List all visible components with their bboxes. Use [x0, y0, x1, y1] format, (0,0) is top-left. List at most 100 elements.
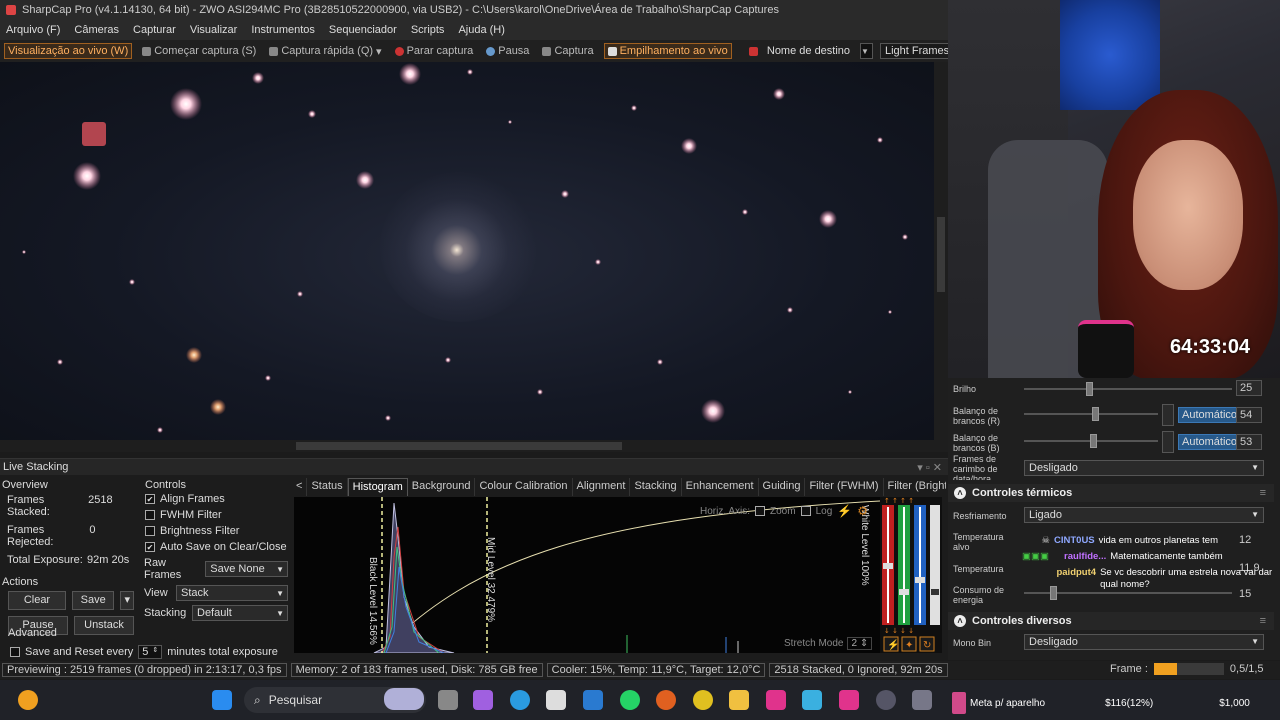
start-capture-button[interactable]: Começar captura (S): [139, 44, 259, 58]
stacking-select[interactable]: Default ▼: [192, 605, 288, 621]
thermal-controls-header[interactable]: ˄ Controles térmicos ≡: [948, 484, 1274, 502]
brilho-slider[interactable]: [1024, 382, 1232, 396]
slider-knob[interactable]: [1086, 382, 1093, 396]
checkbox-unchecked[interactable]: [145, 510, 155, 520]
tab-guiding[interactable]: Guiding: [759, 478, 806, 496]
wb-r-value[interactable]: 54: [1236, 407, 1262, 423]
scrollbar-thumb[interactable]: [937, 217, 945, 292]
chevron-down-icon[interactable]: ▾: [376, 45, 382, 58]
tab-enhancement[interactable]: Enhancement: [682, 478, 759, 496]
raw-frames-select[interactable]: Save None ▼: [205, 561, 288, 577]
fwhm-filter-checkbox[interactable]: FWHM Filter: [142, 507, 290, 523]
tab-background[interactable]: Background: [408, 478, 476, 496]
gear-icon[interactable]: ⚙: [857, 504, 868, 518]
rgb-level-sliders[interactable]: ↑ ↑ ↑ ↑ ↓ ↓ ↓ ↓ ⚡ ✦ ↻: [880, 497, 942, 653]
checkbox-checked[interactable]: ✔: [145, 494, 155, 504]
checkbox-unchecked[interactable]: [145, 526, 155, 536]
tab-stacking[interactable]: Stacking: [630, 478, 682, 496]
cooling-select[interactable]: Ligado ▼: [1024, 507, 1264, 523]
wb-b-spinner[interactable]: [1162, 431, 1174, 453]
tab-colour-calibration[interactable]: Colour Calibration: [475, 478, 573, 496]
wb-b-value[interactable]: 53: [1236, 434, 1262, 450]
brightness-filter-checkbox[interactable]: Brightness Filter: [142, 523, 290, 539]
app-icon[interactable]: [583, 690, 603, 710]
frame-type-select[interactable]: Light Frames▼: [879, 43, 948, 59]
slider-knob[interactable]: [1090, 434, 1097, 448]
menu-visualizar[interactable]: Visualizar: [190, 24, 238, 36]
windows-start-icon[interactable]: [212, 690, 232, 710]
save-button[interactable]: Save: [71, 591, 115, 610]
menu-ajuda[interactable]: Ajuda (H): [458, 24, 504, 36]
align-frames-checkbox[interactable]: ✔ Align Frames: [142, 491, 290, 507]
chevron-up-icon[interactable]: ˄: [954, 615, 966, 627]
live-preview-image[interactable]: [0, 62, 948, 452]
save-dropdown-button[interactable]: ▾: [120, 591, 134, 610]
auto-save-checkbox[interactable]: ✔ Auto Save on Clear/Close: [142, 539, 290, 555]
live-stack-button[interactable]: Empilhamento ao vivo: [603, 43, 732, 59]
menu-icon[interactable]: ≡: [1260, 487, 1266, 499]
lightning-icon[interactable]: ⚡: [837, 504, 852, 518]
horizontal-scrollbar[interactable]: [0, 440, 948, 452]
wb-b-auto-button[interactable]: Automático: [1178, 434, 1242, 450]
checkbox-checked[interactable]: ✔: [145, 542, 155, 552]
sharpcap-icon[interactable]: [912, 690, 932, 710]
quick-capture-button[interactable]: Captura rápida (Q) ▾: [266, 44, 384, 59]
chrome-icon[interactable]: [693, 690, 713, 710]
tab-filter-fwhm[interactable]: Filter (FWHM): [805, 478, 884, 496]
panel-window-controls[interactable]: ▾ ▫ ✕: [917, 461, 942, 474]
chevron-up-icon[interactable]: ˄: [954, 487, 966, 499]
wb-b-slider[interactable]: [1024, 434, 1158, 448]
pause-button[interactable]: Pausa: [483, 44, 532, 58]
clear-button[interactable]: Clear: [8, 591, 66, 610]
stellarium-icon[interactable]: [876, 690, 896, 710]
tab-scroll-left[interactable]: <: [292, 478, 308, 496]
timestamp-select[interactable]: Desligado ▼: [1024, 460, 1264, 476]
vertical-scrollbar[interactable]: [934, 62, 948, 440]
save-reset-checkbox[interactable]: [10, 647, 20, 657]
capture-button[interactable]: Captura: [539, 44, 596, 58]
edge-icon[interactable]: [510, 690, 530, 710]
widget-cloud-icon[interactable]: [384, 688, 424, 710]
zoom-checkbox[interactable]: [755, 506, 766, 516]
obs-plugin-icon[interactable]: [766, 690, 786, 710]
mono-bin-select[interactable]: Desligado ▼: [1024, 634, 1264, 650]
copilot-icon[interactable]: [473, 690, 493, 710]
brilho-value[interactable]: 25: [1236, 380, 1262, 396]
menu-scripts[interactable]: Scripts: [411, 24, 445, 36]
weather-icon[interactable]: [18, 690, 38, 710]
slider-knob[interactable]: [1092, 407, 1099, 421]
wb-r-slider[interactable]: [1024, 407, 1158, 421]
wb-r-spinner[interactable]: [1162, 404, 1174, 426]
tab-histogram[interactable]: Histogram: [347, 478, 408, 496]
menu-instrumentos[interactable]: Instrumentos: [251, 24, 315, 36]
menu-icon[interactable]: ≡: [1260, 615, 1266, 627]
selection-marker-icon[interactable]: [82, 122, 106, 146]
stretch-mode-stepper[interactable]: 2 ⇕: [847, 637, 873, 650]
app-icon[interactable]: [802, 690, 822, 710]
stop-capture-button[interactable]: Parar captura: [392, 44, 477, 58]
histogram-display[interactable]: Black Level 14.56% Mid Level 32.479% Whi…: [294, 497, 880, 653]
store-icon[interactable]: [546, 690, 566, 710]
log-checkbox[interactable]: [800, 506, 811, 516]
wb-r-auto-button[interactable]: Automático: [1178, 407, 1242, 423]
origin-icon[interactable]: [656, 690, 676, 710]
misc-controls-header[interactable]: ˄ Controles diversos ≡: [948, 612, 1274, 630]
tab-alignment[interactable]: Alignment: [573, 478, 631, 496]
tab-filter-brightness[interactable]: Filter (Brightness): [884, 478, 947, 496]
whatsapp-icon[interactable]: [620, 690, 640, 710]
menu-capturar[interactable]: Capturar: [133, 24, 176, 36]
scrollbar-thumb[interactable]: [296, 442, 622, 450]
save-reset-stepper[interactable]: 5 ⇕: [138, 645, 163, 659]
menu-sequenciador[interactable]: Sequenciador: [329, 24, 397, 36]
menu-arquivo[interactable]: Arquivo (F): [6, 24, 60, 36]
stepper-arrows-icon[interactable]: ⇕: [152, 646, 158, 658]
file-explorer-icon[interactable]: [729, 690, 749, 710]
task-view-icon[interactable]: [438, 690, 458, 710]
menu-cameras[interactable]: Câmeras: [74, 24, 119, 36]
target-name-dropdown[interactable]: ▼: [860, 43, 873, 59]
app-icon[interactable]: [839, 690, 859, 710]
target-name-button[interactable]: Nome de destino: [746, 44, 853, 58]
live-view-button[interactable]: Visualização ao vivo (W): [4, 43, 133, 59]
tab-status[interactable]: Status: [307, 478, 348, 496]
view-select[interactable]: Stack ▼: [176, 585, 288, 601]
